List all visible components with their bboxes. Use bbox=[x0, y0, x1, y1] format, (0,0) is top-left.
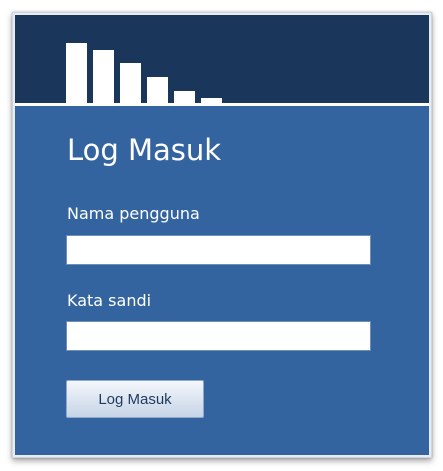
password-label: Kata sandi bbox=[67, 291, 152, 310]
bar-chart-logo-icon bbox=[15, 15, 429, 103]
logo-bar bbox=[93, 50, 114, 103]
logo-bar bbox=[147, 77, 168, 103]
password-input[interactable] bbox=[66, 321, 371, 351]
logo-bar bbox=[66, 43, 87, 103]
username-label: Nama pengguna bbox=[67, 204, 200, 223]
logo-bar bbox=[201, 98, 222, 103]
logo-bar bbox=[120, 63, 141, 103]
login-page: Log Masuk Nama pengguna Kata sandi Log M… bbox=[0, 0, 443, 471]
page-title: Log Masuk bbox=[67, 133, 222, 167]
header-banner bbox=[15, 15, 429, 106]
login-button[interactable]: Log Masuk bbox=[66, 380, 204, 418]
username-input[interactable] bbox=[66, 235, 371, 265]
logo-bar bbox=[174, 91, 195, 103]
login-panel: Log Masuk Nama pengguna Kata sandi Log M… bbox=[15, 15, 429, 455]
